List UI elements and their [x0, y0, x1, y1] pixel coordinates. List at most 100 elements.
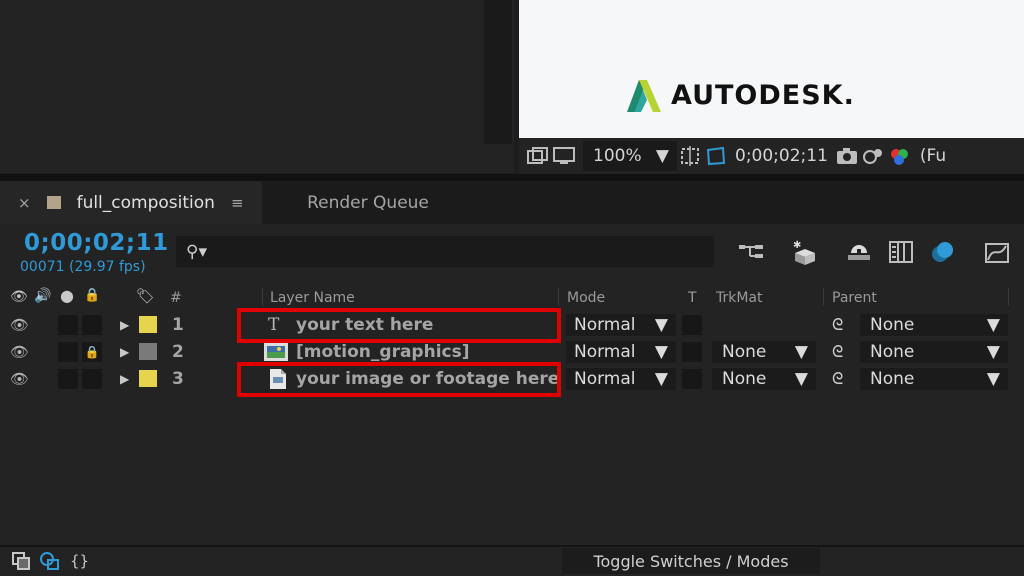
magnification-dropdown[interactable]: 100% ▼ — [583, 141, 677, 171]
parent-pick-whip-icon[interactable]: ᘓ — [832, 369, 843, 389]
chevron-down-icon: ▼ — [986, 342, 1000, 362]
panel-divider — [0, 174, 1024, 181]
grid-guides-icon[interactable] — [677, 145, 703, 167]
autodesk-logo-text: AUTODESK. — [671, 79, 855, 111]
chevron-down-icon: ▼ — [794, 342, 808, 362]
track-matte-dropdown[interactable]: None ▼ — [712, 368, 816, 390]
column-divider — [262, 288, 263, 306]
solo-switch[interactable] — [58, 315, 78, 335]
lock-switch[interactable] — [82, 315, 102, 335]
blend-mode-dropdown[interactable]: Normal ▼ — [566, 314, 676, 336]
parent-dropdown[interactable]: None ▼ — [860, 341, 1008, 363]
layer-label-color[interactable] — [139, 316, 157, 333]
column-divider — [823, 288, 824, 306]
graph-editor-icon[interactable] — [982, 238, 1012, 266]
blend-mode-value: Normal — [574, 369, 636, 389]
parent-dropdown[interactable]: None ▼ — [860, 368, 1008, 390]
chevron-down-icon: ▼ — [654, 369, 668, 389]
monitor-icon[interactable] — [551, 145, 577, 167]
preserve-transparency-switch[interactable] — [682, 342, 702, 362]
toggle-switches-modes-button[interactable]: Toggle Switches / Modes — [562, 548, 820, 574]
tab-render-queue[interactable]: Render Queue — [268, 181, 468, 224]
highlight-box-text-layer — [237, 308, 561, 343]
solo-switch[interactable] — [58, 369, 78, 389]
resolution-dropdown[interactable]: (Fu — [920, 146, 946, 166]
audio-speaker-header-icon: 🔊 — [34, 288, 52, 304]
layer-label-color[interactable] — [139, 370, 157, 387]
show-snapshot-icon[interactable] — [860, 145, 886, 167]
panel-menu-icon[interactable]: ≡ — [231, 194, 244, 212]
frame-blending-icon[interactable] — [886, 238, 916, 266]
video-eye-header-icon: 👁 — [10, 289, 28, 305]
shy-layers-icon[interactable] — [844, 238, 874, 266]
parent-dropdown[interactable]: None ▼ — [860, 314, 1008, 336]
column-t-header: T — [688, 290, 697, 306]
viewer-toolbar: 100% ▼ 0;00;02;11 (Fu — [519, 138, 1024, 174]
expand-triangle-icon[interactable]: ▶ — [120, 345, 129, 359]
composition-viewer: AUTODESK. — [519, 0, 1024, 138]
timeline-footer — [0, 547, 1024, 576]
draft-3d-icon[interactable]: ✱ — [790, 238, 820, 266]
column-divider — [1008, 288, 1009, 306]
layer-number: 2 — [172, 342, 184, 362]
lock-switch[interactable] — [82, 369, 102, 389]
mask-visibility-icon[interactable] — [703, 145, 729, 167]
parent-pick-whip-icon[interactable]: ᘓ — [832, 342, 843, 362]
layer-number: 1 — [172, 315, 184, 335]
visibility-eye-icon[interactable]: 👁 — [10, 370, 29, 388]
solo-dot-header-icon: ● — [60, 286, 74, 305]
blend-mode-dropdown[interactable]: Normal ▼ — [566, 368, 676, 390]
tab-full-composition[interactable]: × full_composition ≡ — [0, 181, 262, 224]
chevron-down-icon: ▼ — [986, 315, 1000, 335]
blend-mode-value: Normal — [574, 315, 636, 335]
column-number-header: # — [170, 290, 182, 306]
search-icon: ⚲▾ — [186, 241, 207, 262]
snapshot-camera-icon[interactable] — [834, 145, 860, 167]
solo-switch[interactable] — [58, 342, 78, 362]
parent-value: None — [870, 369, 915, 389]
blend-mode-value: Normal — [574, 342, 636, 362]
transfer-controls-toggle-icon[interactable] — [40, 552, 60, 574]
project-panel-scrollbar[interactable] — [484, 0, 512, 144]
color-channels-icon[interactable] — [886, 145, 912, 167]
column-trkmat-header: TrkMat — [716, 290, 763, 306]
layer-number: 3 — [172, 369, 184, 389]
motion-blur-icon[interactable] — [928, 238, 958, 266]
close-icon[interactable]: × — [18, 194, 31, 212]
lock-icon[interactable]: 🔒 — [82, 342, 102, 362]
chevron-down-icon: ▼ — [655, 146, 669, 166]
column-layer-name-header[interactable]: Layer Name — [270, 290, 355, 306]
expand-triangle-icon[interactable]: ▶ — [120, 372, 129, 386]
tab-label: full_composition — [76, 192, 215, 213]
layer-search-input[interactable]: ⚲▾ — [176, 236, 714, 267]
track-matte-value: None — [722, 369, 767, 389]
always-preview-icon[interactable] — [525, 145, 551, 167]
svg-text:✱: ✱ — [793, 240, 801, 251]
column-mode-header: Mode — [567, 290, 606, 306]
composition-flowchart-icon[interactable] — [736, 238, 766, 266]
composition-label-swatch — [46, 196, 61, 209]
column-parent-header: Parent — [832, 290, 877, 306]
in-out-duration-toggle-icon[interactable]: {} — [70, 552, 89, 570]
preserve-transparency-switch[interactable] — [682, 369, 702, 389]
layer-label-color[interactable] — [139, 343, 157, 360]
magnification-value: 100% — [593, 146, 642, 166]
layer-switches-toggle-icon[interactable] — [12, 552, 30, 574]
layer-name[interactable]: [motion_graphics] — [296, 342, 470, 362]
frame-count-display: 00071 (29.97 fps) — [20, 259, 146, 275]
highlight-box-image-layer — [237, 362, 561, 397]
visibility-eye-icon[interactable]: 👁 — [10, 316, 29, 334]
expand-triangle-icon[interactable]: ▶ — [120, 318, 129, 332]
project-panel — [0, 0, 514, 173]
parent-pick-whip-icon[interactable]: ᘓ — [832, 315, 843, 335]
chevron-down-icon: ▼ — [986, 369, 1000, 389]
label-tag-header-icon: 🏷 — [136, 287, 156, 305]
current-time-display[interactable]: 0;00;02;11 — [24, 230, 169, 256]
chevron-down-icon: ▼ — [654, 342, 668, 362]
track-matte-dropdown[interactable]: None ▼ — [712, 341, 816, 363]
visibility-eye-icon[interactable]: 👁 — [10, 343, 29, 361]
blend-mode-dropdown[interactable]: Normal ▼ — [566, 341, 676, 363]
preserve-transparency-switch[interactable] — [682, 315, 702, 335]
viewer-timecode[interactable]: 0;00;02;11 — [735, 146, 828, 166]
parent-value: None — [870, 342, 915, 362]
